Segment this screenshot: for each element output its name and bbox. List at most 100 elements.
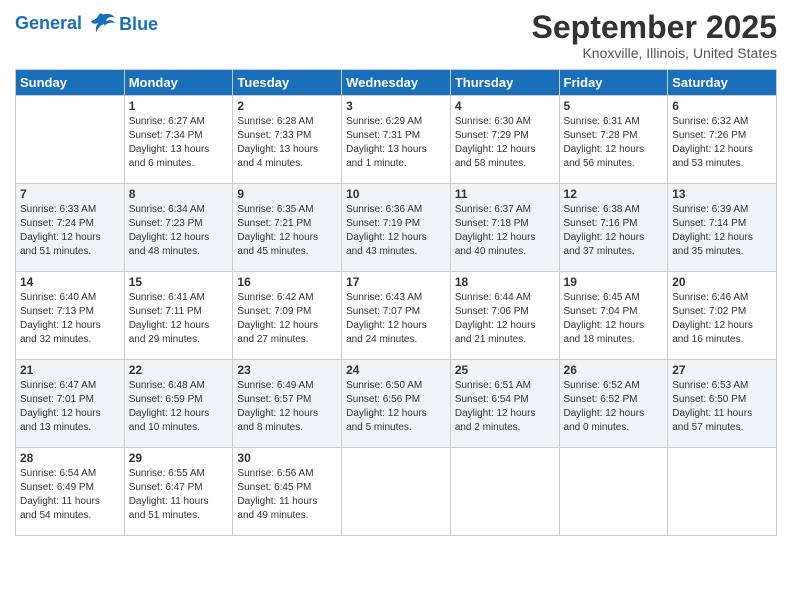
day-number: 3 <box>346 99 446 113</box>
calendar-cell <box>559 448 668 536</box>
day-info: Sunset: 7:21 PM <box>237 217 337 231</box>
day-number: 21 <box>20 363 120 377</box>
day-info: Daylight: 12 hours <box>455 143 555 157</box>
calendar-cell: 21Sunrise: 6:47 AMSunset: 7:01 PMDayligh… <box>16 360 125 448</box>
day-info: Sunset: 7:33 PM <box>237 129 337 143</box>
calendar-table: SundayMondayTuesdayWednesdayThursdayFrid… <box>15 69 777 536</box>
day-number: 9 <box>237 187 337 201</box>
day-info: Sunset: 7:18 PM <box>455 217 555 231</box>
day-info: Daylight: 12 hours <box>564 407 664 421</box>
day-info: Sunrise: 6:32 AM <box>672 115 772 129</box>
day-info: Sunset: 7:02 PM <box>672 305 772 319</box>
day-info: Daylight: 12 hours <box>237 407 337 421</box>
day-info: Daylight: 12 hours <box>455 231 555 245</box>
calendar-cell: 18 Sunrise: 6:44 AMSunset: 7:06 PMDayligh… <box>450 272 559 360</box>
day-info: Sunrise: 6:43 AM <box>346 291 446 305</box>
day-info: and 37 minutes. <box>564 245 664 259</box>
day-info: Sunrise: 6:36 AM <box>346 203 446 217</box>
day-info: Sunrise: 6:55 AM <box>129 467 229 481</box>
day-number: 19 <box>564 275 664 289</box>
day-info: Daylight: 12 hours <box>129 407 229 421</box>
day-info: Daylight: 12 hours <box>20 231 120 245</box>
day-info: and 40 minutes. <box>455 245 555 259</box>
day-info: Sunset: 7:16 PM <box>564 217 664 231</box>
day-info: and 58 minutes. <box>455 157 555 171</box>
calendar-cell: 16Sunrise: 6:42 AMSunset: 7:09 PMDayligh… <box>233 272 342 360</box>
day-info: Sunset: 7:06 PM <box>455 305 555 319</box>
day-info: Sunset: 7:28 PM <box>564 129 664 143</box>
day-number: 6 <box>672 99 772 113</box>
day-info: Sunset: 7:04 PM <box>564 305 664 319</box>
day-info: Daylight: 12 hours <box>455 407 555 421</box>
day-info: and 4 minutes. <box>237 157 337 171</box>
calendar-week-row: 7Sunrise: 6:33 AMSunset: 7:24 PMDaylight… <box>16 184 777 272</box>
calendar-cell: 20Sunrise: 6:46 AMSunset: 7:02 PMDayligh… <box>668 272 777 360</box>
day-info: Sunset: 7:34 PM <box>129 129 229 143</box>
day-info: Sunset: 7:29 PM <box>455 129 555 143</box>
day-info: and 16 minutes. <box>672 333 772 347</box>
calendar-week-row: 14Sunrise: 6:40 AMSunset: 7:13 PMDayligh… <box>16 272 777 360</box>
day-number: 17 <box>346 275 446 289</box>
calendar-cell: 19Sunrise: 6:45 AMSunset: 7:04 PMDayligh… <box>559 272 668 360</box>
calendar-cell <box>450 448 559 536</box>
day-info: Sunrise: 6:47 AM <box>20 379 120 393</box>
logo-bird-icon <box>89 10 117 38</box>
day-info: Sunset: 7:13 PM <box>20 305 120 319</box>
day-info: and 48 minutes. <box>129 245 229 259</box>
calendar-cell: 8Sunrise: 6:34 AMSunset: 7:23 PMDaylight… <box>124 184 233 272</box>
day-info: Daylight: 12 hours <box>129 319 229 333</box>
day-info: and 51 minutes. <box>20 245 120 259</box>
day-info: Daylight: 12 hours <box>346 231 446 245</box>
day-info: and 2 minutes. <box>455 421 555 435</box>
day-info: Daylight: 12 hours <box>672 231 772 245</box>
day-info: and 49 minutes. <box>237 509 337 523</box>
day-info: Sunset: 6:54 PM <box>455 393 555 407</box>
calendar-cell: 26Sunrise: 6:52 AMSunset: 6:52 PMDayligh… <box>559 360 668 448</box>
day-info: Daylight: 11 hours <box>129 495 229 509</box>
day-info: and 21 minutes. <box>455 333 555 347</box>
logo-text: General <box>15 10 117 38</box>
day-info: Sunrise: 6:45 AM <box>564 291 664 305</box>
day-info: and 43 minutes. <box>346 245 446 259</box>
calendar-cell: 27Sunrise: 6:53 AMSunset: 6:50 PMDayligh… <box>668 360 777 448</box>
day-info: and 6 minutes. <box>129 157 229 171</box>
day-info: and 13 minutes. <box>20 421 120 435</box>
calendar-cell: 30Sunrise: 6:56 AMSunset: 6:45 PMDayligh… <box>233 448 342 536</box>
day-info: Daylight: 12 hours <box>455 319 555 333</box>
day-number: 22 <box>129 363 229 377</box>
day-info: Sunset: 6:57 PM <box>237 393 337 407</box>
day-info: Daylight: 12 hours <box>346 407 446 421</box>
column-header-monday: Monday <box>124 70 233 96</box>
day-number: 18 <box>455 275 555 289</box>
calendar-cell: 10Sunrise: 6:36 AMSunset: 7:19 PMDayligh… <box>342 184 451 272</box>
day-info: Sunset: 6:47 PM <box>129 481 229 495</box>
day-info: Sunset: 6:49 PM <box>20 481 120 495</box>
day-info: Sunrise: 6:49 AM <box>237 379 337 393</box>
day-info: and 18 minutes. <box>564 333 664 347</box>
day-info: and 24 minutes. <box>346 333 446 347</box>
day-info: Sunrise: 6:30 AM <box>455 115 555 129</box>
calendar-week-row: 28Sunrise: 6:54 AMSunset: 6:49 PMDayligh… <box>16 448 777 536</box>
day-info: Sunrise: 6:44 AM <box>455 291 555 305</box>
day-info: and 1 minute. <box>346 157 446 171</box>
day-info: Daylight: 11 hours <box>20 495 120 509</box>
day-info: Sunrise: 6:50 AM <box>346 379 446 393</box>
day-number: 28 <box>20 451 120 465</box>
day-info: and 53 minutes. <box>672 157 772 171</box>
day-info: Sunset: 7:01 PM <box>20 393 120 407</box>
day-info: Sunset: 7:26 PM <box>672 129 772 143</box>
day-info: Sunset: 7:11 PM <box>129 305 229 319</box>
day-info: Sunrise: 6:42 AM <box>237 291 337 305</box>
day-info: Sunrise: 6:31 AM <box>564 115 664 129</box>
calendar-cell: 2Sunrise: 6:28 AMSunset: 7:33 PMDaylight… <box>233 96 342 184</box>
day-number: 29 <box>129 451 229 465</box>
day-info: Sunrise: 6:52 AM <box>564 379 664 393</box>
calendar-cell: 7Sunrise: 6:33 AMSunset: 7:24 PMDaylight… <box>16 184 125 272</box>
day-info: Sunset: 7:24 PM <box>20 217 120 231</box>
calendar-cell: 23Sunrise: 6:49 AMSunset: 6:57 PMDayligh… <box>233 360 342 448</box>
day-info: Sunset: 6:52 PM <box>564 393 664 407</box>
day-info: Daylight: 12 hours <box>20 319 120 333</box>
day-info: Sunrise: 6:28 AM <box>237 115 337 129</box>
month-title: September 2025 <box>532 10 777 45</box>
day-number: 8 <box>129 187 229 201</box>
